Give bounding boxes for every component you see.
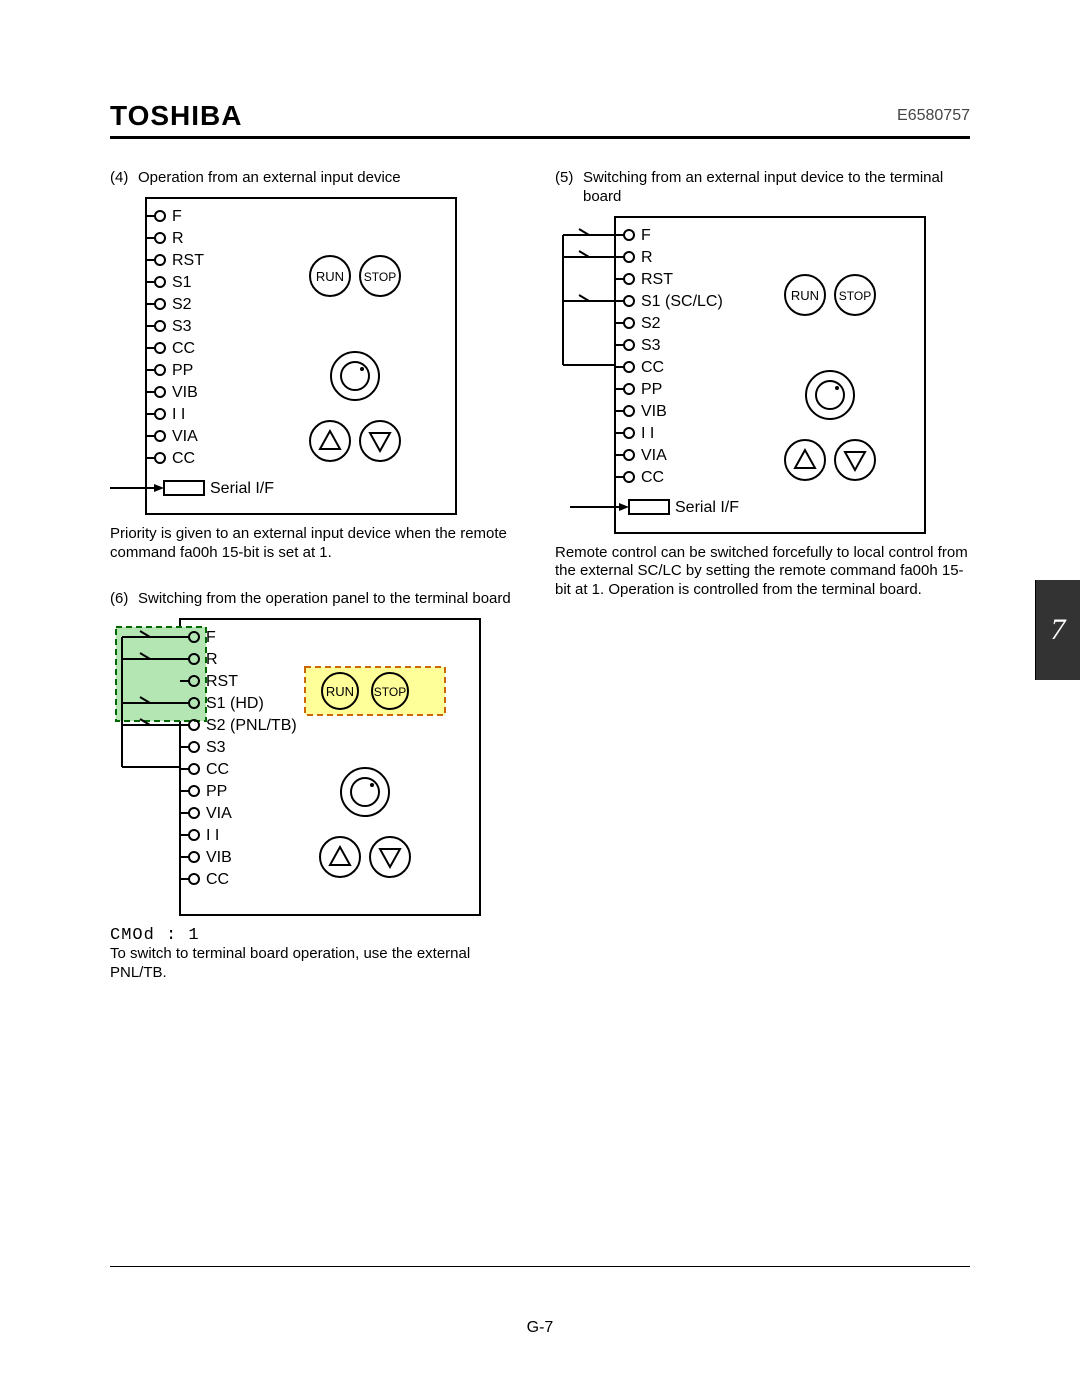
- item-number: (6): [110, 590, 138, 609]
- item-number: (4): [110, 169, 138, 188]
- cmod-code: CMOd : 1: [110, 926, 200, 945]
- item-5-heading: (5) Switching from an external input dev…: [555, 169, 970, 207]
- item-title: Switching from the operation panel to th…: [138, 590, 525, 609]
- page-header: TOSHIBA E6580757: [110, 100, 970, 139]
- caption-4: Priority is given to an external input d…: [110, 525, 525, 563]
- stop-button: STOP: [839, 289, 871, 303]
- diagram-5: FR RST S1 (SC/LC) S2 S3 CC PP VIB I I VIA CC Seria…: [555, 215, 970, 538]
- terminal-label: PP: [641, 381, 662, 398]
- terminal-label: VIA: [206, 805, 232, 822]
- terminal-label: CC: [641, 359, 664, 376]
- serial-label: Serial I/F: [675, 499, 739, 516]
- caption-6: CMOd : 1 To switch to terminal board ope…: [110, 926, 525, 983]
- terminal-label: F: [641, 227, 651, 244]
- diagram-4: FR RST S1 S2 S3 CC PP VIB I I VIA CC Serial I/F RU…: [110, 196, 525, 519]
- terminal-label: S1 (SC/LC): [641, 293, 723, 310]
- stop-button: STOP: [374, 685, 406, 699]
- run-button: RUN: [791, 288, 819, 303]
- serial-label: Serial I/F: [210, 480, 274, 497]
- terminal-label: VIB: [172, 384, 198, 401]
- terminal-label: S3: [172, 318, 192, 335]
- item-4-heading: (4) Operation from an external input dev…: [110, 169, 525, 188]
- terminal-label: S3: [206, 739, 226, 756]
- terminal-label: RST: [206, 673, 238, 690]
- terminal-label: VIA: [641, 447, 667, 464]
- terminal-label: I I: [641, 425, 654, 442]
- terminal-label: R: [172, 230, 184, 247]
- terminal-label: CC: [641, 469, 664, 486]
- section-tab: 7: [1035, 580, 1080, 680]
- terminal-label: R: [206, 651, 218, 668]
- terminal-label: CC: [172, 340, 195, 357]
- caption-6-text: To switch to terminal board operation, u…: [110, 945, 470, 981]
- terminal-label: RST: [641, 271, 673, 288]
- terminal-label: S1 (HD): [206, 695, 264, 712]
- run-button: RUN: [316, 269, 344, 284]
- terminal-label: R: [641, 249, 653, 266]
- terminal-label: S2: [641, 315, 661, 332]
- item-title: Operation from an external input device: [138, 169, 525, 188]
- item-6-heading: (6) Switching from the operation panel t…: [110, 590, 525, 609]
- terminal-label: CC: [172, 450, 195, 467]
- terminal-label: F: [172, 208, 182, 225]
- diagram-6: FR RST S1 (HD) S2 (PNL/TB) S3 CC PP VIA I I VIB CC…: [110, 617, 525, 920]
- terminal-label: CC: [206, 761, 229, 778]
- stop-button: STOP: [364, 270, 396, 284]
- caption-5: Remote control can be switched forcefull…: [555, 544, 970, 600]
- terminal-label: VIA: [172, 428, 198, 445]
- terminal-label: S3: [641, 337, 661, 354]
- terminal-label: S2: [172, 296, 192, 313]
- terminal-label: I I: [172, 406, 185, 423]
- terminal-label: VIB: [206, 849, 232, 866]
- terminal-label: PP: [206, 783, 227, 800]
- terminal-label: S2 (PNL/TB): [206, 717, 297, 734]
- terminal-label: PP: [172, 362, 193, 379]
- run-button: RUN: [326, 684, 354, 699]
- item-title: Switching from an external input device …: [583, 169, 970, 207]
- terminal-label: S1: [172, 274, 192, 291]
- terminal-label: I I: [206, 827, 219, 844]
- terminal-label: F: [206, 629, 216, 646]
- page-footer: G-7: [0, 1319, 1080, 1337]
- footer-rule: [110, 1266, 970, 1267]
- document-number: E6580757: [897, 107, 970, 125]
- terminal-label: RST: [172, 252, 204, 269]
- item-number: (5): [555, 169, 583, 207]
- terminal-label: CC: [206, 871, 229, 888]
- brand-logo: TOSHIBA: [110, 100, 243, 132]
- terminal-label: VIB: [641, 403, 667, 420]
